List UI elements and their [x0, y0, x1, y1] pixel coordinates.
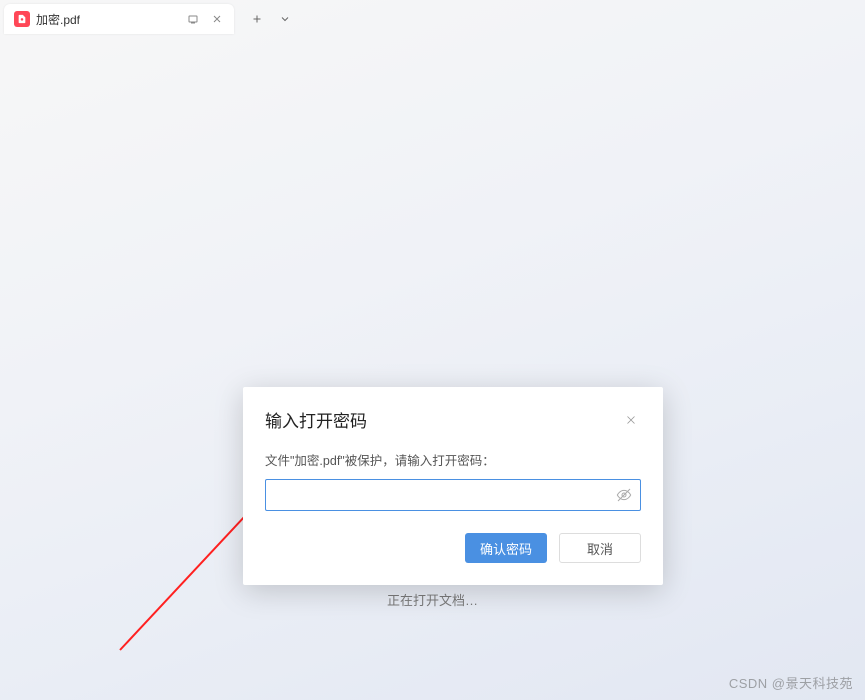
- password-input[interactable]: [265, 479, 641, 511]
- cancel-button[interactable]: 取消: [559, 533, 641, 563]
- document-tab[interactable]: 加密.pdf: [4, 4, 234, 34]
- password-input-wrap: [265, 479, 641, 511]
- loading-text: 正在打开文档…: [387, 590, 478, 609]
- dialog-close-button[interactable]: [621, 410, 641, 430]
- close-icon: [624, 413, 638, 427]
- tab-bar: 加密.pdf: [0, 0, 865, 36]
- confirm-password-button[interactable]: 确认密码: [465, 533, 547, 563]
- external-window-icon[interactable]: [184, 10, 202, 28]
- tab-menu-button[interactable]: [274, 8, 296, 30]
- dialog-message: 文件"加密.pdf"被保护，请输入打开密码：: [265, 450, 641, 469]
- eye-off-icon: [616, 487, 632, 503]
- tab-title: 加密.pdf: [36, 11, 178, 28]
- toggle-password-visibility[interactable]: [615, 486, 633, 504]
- new-tab-button[interactable]: [246, 8, 268, 30]
- pdf-icon: [14, 11, 30, 27]
- close-tab-icon[interactable]: [208, 10, 226, 28]
- tab-bar-actions: [246, 8, 296, 30]
- dialog-header: 输入打开密码: [265, 407, 641, 432]
- dialog-buttons: 确认密码 取消: [265, 533, 641, 563]
- dialog-title: 输入打开密码: [265, 407, 367, 432]
- watermark: CSDN @景天科技苑: [729, 673, 853, 692]
- password-dialog: 输入打开密码 文件"加密.pdf"被保护，请输入打开密码： 确认密码 取消: [243, 387, 663, 585]
